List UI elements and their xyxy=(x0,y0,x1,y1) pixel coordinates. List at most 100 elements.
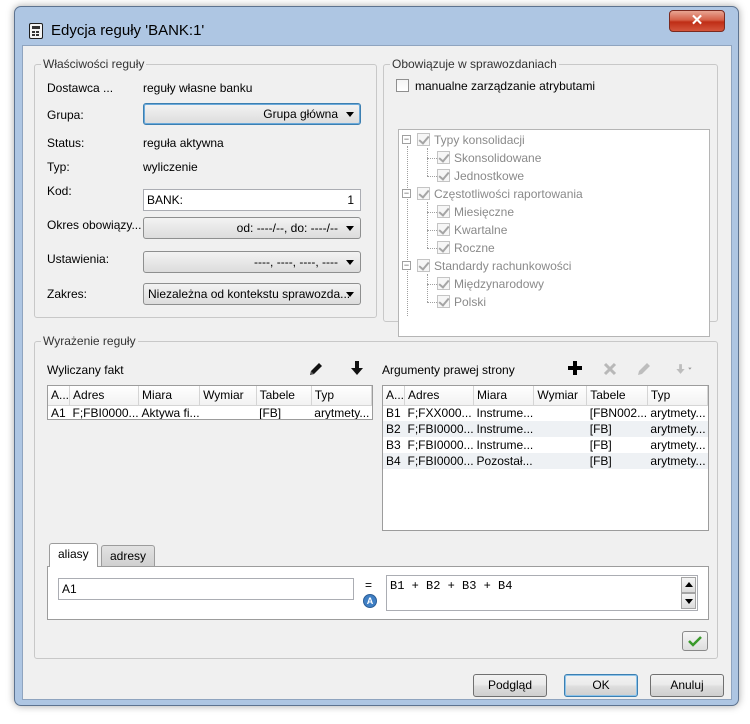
cancel-button[interactable]: Anuluj xyxy=(650,674,724,697)
collapse-icon[interactable]: − xyxy=(402,189,411,198)
applies-in-reports-group: Obowiązuje w sprawozdaniach manualne zar… xyxy=(383,57,718,337)
chevron-down-icon xyxy=(346,292,354,297)
tree-checkbox[interactable] xyxy=(437,169,450,182)
tree-node-quarterly[interactable]: Kwartalne xyxy=(402,222,702,238)
collapse-icon[interactable]: − xyxy=(402,261,411,270)
cell-type: arytmety... xyxy=(650,406,706,421)
collapse-icon[interactable]: − xyxy=(402,135,411,144)
table-row[interactable]: A1 F;FBI0000... Aktywa fi... [FB] arytme… xyxy=(48,405,372,420)
move-down-dropdown-icon xyxy=(676,364,692,374)
scroll-up-button[interactable] xyxy=(681,577,696,593)
table-row[interactable]: B3 F;FBI0000... Instrume... [FB] arytmet… xyxy=(383,437,708,453)
preview-button[interactable]: Podgląd xyxy=(473,674,547,697)
tree-checkbox[interactable] xyxy=(417,133,430,146)
scope-value: Niezależna od kontekstu sprawozda... xyxy=(148,287,351,301)
tree-node-label: Miesięczne xyxy=(454,205,515,219)
scroll-down-button[interactable] xyxy=(681,593,696,609)
report-attributes-tree[interactable]: − Typy konsolidacji Skonsolidowane Jedno… xyxy=(398,129,710,337)
tree-node-standalone[interactable]: Jednostkowe xyxy=(402,168,702,184)
cell-alias: B2 xyxy=(383,421,405,437)
cell-address: F;FBI0000... xyxy=(404,453,474,469)
tree-node-monthly[interactable]: Miesięczne xyxy=(402,204,702,220)
tree-checkbox[interactable] xyxy=(437,277,450,290)
code-number: 1 xyxy=(347,193,354,207)
tree-node-consolidated[interactable]: Skonsolidowane xyxy=(402,150,702,166)
table-row[interactable]: B2 F;FBI0000... Instrume... [FB] arytmet… xyxy=(383,421,708,437)
ok-button[interactable]: OK xyxy=(564,674,638,697)
table-row[interactable]: B4 F;FBI0000... Pozostał... [FB] arytmet… xyxy=(383,453,708,469)
tree-node-polish[interactable]: Polski xyxy=(402,294,702,310)
scroll-down-icon xyxy=(685,599,693,604)
tree-node-label: Standardy rachunkowości xyxy=(434,259,572,273)
type-value: wyliczenie xyxy=(143,160,198,174)
group-select-value: Grupa główna xyxy=(263,107,338,121)
tree-checkbox[interactable] xyxy=(437,205,450,218)
rhs-formula-input[interactable]: B1 + B2 + B3 + B4 xyxy=(386,575,698,611)
column-header-tables[interactable]: Tabele xyxy=(256,386,312,406)
tree-checkbox[interactable] xyxy=(417,187,430,200)
tab-addresses[interactable]: adresy xyxy=(101,545,156,567)
tree-node-accounting-standards[interactable]: − Standardy rachunkowości xyxy=(402,258,702,274)
tree-node-label: Typy konsolidacji xyxy=(434,133,525,147)
cell-address: F;FXX000... xyxy=(407,406,472,421)
computed-fact-grid[interactable]: A... Adres Miara Wymiar Tabele Typ A1 F;… xyxy=(47,385,373,420)
lhs-alias-input[interactable]: A1 xyxy=(58,578,354,600)
tree-node-label: Skonsolidowane xyxy=(454,151,542,165)
arrow-down-icon[interactable] xyxy=(348,359,366,377)
group-select[interactable]: Grupa główna xyxy=(143,103,361,125)
tree-node-annual[interactable]: Roczne xyxy=(402,240,702,256)
supplier-label: Dostawca ... xyxy=(47,81,114,95)
column-header-dimension[interactable]: Wymiar xyxy=(199,386,257,406)
tree-checkbox[interactable] xyxy=(417,259,430,272)
tree-checkbox[interactable] xyxy=(437,223,450,236)
tree-checkbox[interactable] xyxy=(437,241,450,254)
tab-aliases[interactable]: aliasy xyxy=(49,543,98,567)
plus-icon[interactable] xyxy=(566,359,584,377)
settings-value: ----, ----, ----, ---- xyxy=(254,255,338,269)
tree-node-label: Częstotliwości raportowania xyxy=(434,187,583,201)
validity-period-select[interactable]: od: ----/--, do: ----/-- xyxy=(143,217,361,239)
tree-node-label: Kwartalne xyxy=(454,223,508,237)
column-header-type[interactable]: Typ xyxy=(647,386,708,406)
column-header-measure[interactable]: Miara xyxy=(473,386,535,406)
tree-node-reporting-frequencies[interactable]: − Częstotliwości raportowania xyxy=(402,186,702,202)
column-header-address[interactable]: Adres xyxy=(69,386,140,406)
cell-dimension xyxy=(534,405,587,421)
dialog-window: Edycja reguły 'BANK:1' ✕ Właściwości reg… xyxy=(14,6,739,706)
table-row[interactable]: B1 F;FXX000... Instrume... [FBN002... ar… xyxy=(383,405,708,421)
checkmark-icon xyxy=(688,636,702,647)
tree-checkbox[interactable] xyxy=(437,151,450,164)
column-header-address[interactable]: Adres xyxy=(404,386,475,406)
tree-node-label: Polski xyxy=(454,295,487,309)
cell-measure: Instrume... xyxy=(476,406,534,421)
cell-address: F;FBI0000... xyxy=(407,438,474,452)
column-header-alias[interactable]: A... xyxy=(48,386,71,406)
column-header-dimension[interactable]: Wymiar xyxy=(533,386,588,406)
column-header-type[interactable]: Typ xyxy=(311,386,372,406)
tree-node-label: Jednostkowe xyxy=(454,169,525,183)
column-header-alias[interactable]: A... xyxy=(383,386,406,406)
cell-alias: B4 xyxy=(383,453,405,469)
column-header-tables[interactable]: Tabele xyxy=(586,386,648,406)
validate-button[interactable] xyxy=(682,631,708,651)
close-button[interactable]: ✕ xyxy=(669,10,725,32)
manual-attributes-checkbox[interactable] xyxy=(396,79,409,92)
cell-tables: [FB] xyxy=(259,406,282,420)
right-arguments-grid[interactable]: A... Adres Miara Wymiar Tabele Typ B1 F;… xyxy=(382,385,709,531)
cell-type: arytmety... xyxy=(314,406,370,420)
pencil-icon[interactable] xyxy=(307,360,325,378)
settings-select[interactable]: ----, ----, ----, ---- xyxy=(143,251,361,273)
scope-select[interactable]: Niezależna od kontekstu sprawozda... xyxy=(143,283,361,305)
code-input[interactable]: BANK: 1 xyxy=(143,189,361,211)
title-bar[interactable]: Edycja reguły 'BANK:1' ✕ xyxy=(15,7,738,45)
tree-checkbox[interactable] xyxy=(437,295,450,308)
cell-alias: A1 xyxy=(51,406,66,420)
manual-attributes-label[interactable]: manualne zarządzanie atrybutami xyxy=(415,79,595,93)
cell-tables: [FBN002... xyxy=(589,406,648,421)
cell-address: F;FBI0000... xyxy=(404,421,474,437)
tree-node-international[interactable]: Międzynarodowy xyxy=(402,276,702,292)
column-header-measure[interactable]: Miara xyxy=(138,386,201,406)
status-value: reguła aktywna xyxy=(143,136,224,150)
alias-mode-badge-icon: A xyxy=(363,594,377,608)
tree-node-consolidation-types[interactable]: − Typy konsolidacji xyxy=(402,132,702,148)
